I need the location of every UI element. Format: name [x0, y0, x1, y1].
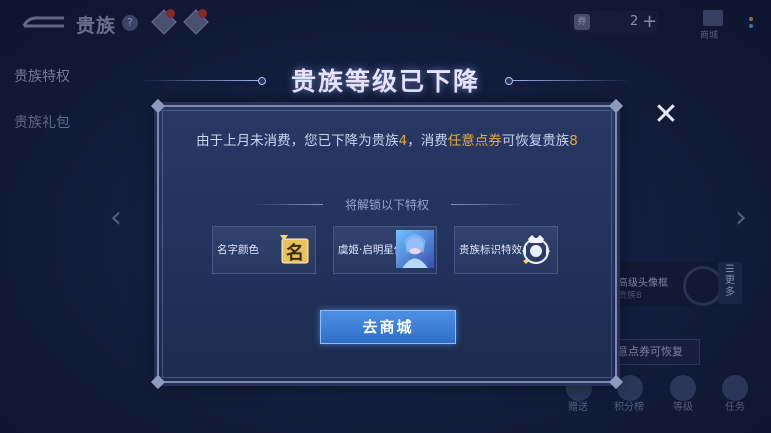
noble-emblem-icon [522, 235, 550, 264]
close-icon[interactable]: ✕ [651, 100, 681, 130]
privilege-label: 虞姬·启明星使 [338, 244, 405, 256]
privilege-label: 名字颜色 [217, 244, 259, 256]
unlock-label: 将解锁以下特权 [344, 198, 429, 212]
privilege-label: 贵族标识特效 [459, 244, 522, 256]
svg-text:名: 名 [286, 242, 304, 264]
downgrade-message: 由于上月未消费，您已下降为贵族4，消费任意点券可恢复贵族8 [196, 133, 578, 149]
unlock-divider [451, 204, 521, 205]
dialog-title: 贵族等级已下降 [290, 67, 480, 96]
hero-skin-portrait [396, 230, 434, 268]
privilege-card-hero-skin[interactable]: 虞姬·启明星使 [333, 226, 437, 274]
title-ornament [505, 77, 513, 85]
privilege-card-name-color[interactable]: 名字颜色 名 [212, 226, 316, 274]
title-divider [513, 80, 631, 81]
privilege-card-noble-emblem[interactable]: 贵族标识特效 [454, 226, 558, 274]
go-to-shop-button[interactable]: 去商城 [320, 310, 456, 344]
noble-downgrade-dialog: 由于上月未消费，您已下降为贵族4，消费任意点券可恢复贵族8 将解锁以下特权 名字… [150, 98, 624, 390]
name-color-icon: 名 [280, 235, 309, 264]
